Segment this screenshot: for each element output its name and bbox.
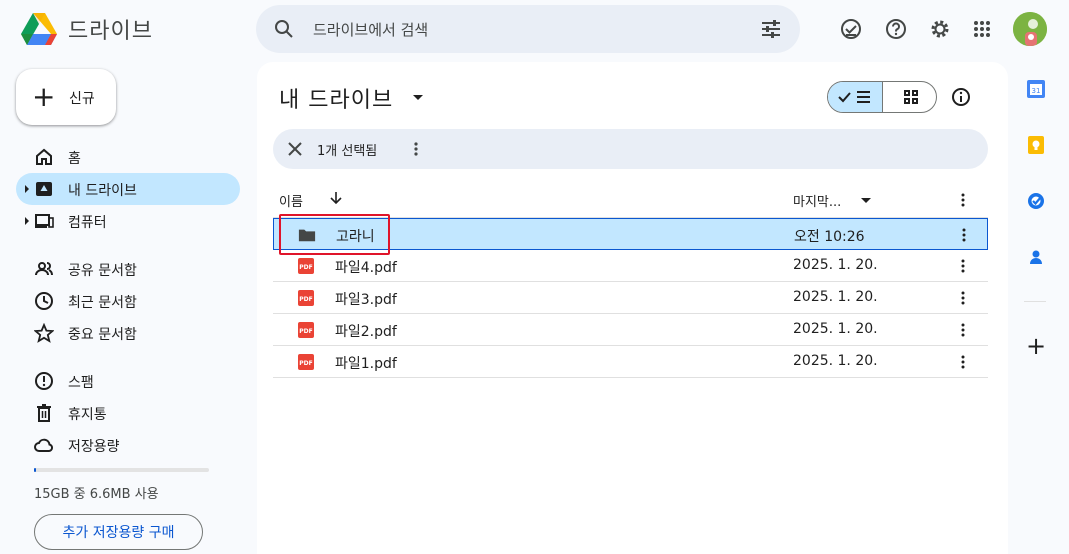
- file-name: 파일1.pdf: [335, 356, 397, 372]
- more-actions-icon[interactable]: [413, 141, 419, 157]
- buy-storage-button[interactable]: 추가 저장용량 구매: [34, 514, 203, 550]
- sidebar-item-shared[interactable]: 공유 문서함: [16, 253, 240, 285]
- table-row[interactable]: PDF 파일1.pdf 2025. 1. 20.: [273, 346, 988, 378]
- search-bar[interactable]: 드라이브에서 검색: [256, 5, 800, 53]
- sidebar-item-label: 최근 문서함: [68, 295, 137, 311]
- sidebar-item-starred[interactable]: 중요 문서함: [16, 317, 240, 349]
- sidebar-item-label: 공유 문서함: [68, 263, 137, 279]
- view-toggle[interactable]: [827, 81, 937, 113]
- more-vert-icon[interactable]: [961, 228, 967, 242]
- new-button-label: 신규: [69, 91, 95, 107]
- svg-text:PDF: PDF: [299, 328, 312, 335]
- column-last-modified[interactable]: 마지막...: [793, 191, 841, 210]
- column-name[interactable]: 이름: [279, 191, 303, 210]
- ready-for-offline-icon[interactable]: [839, 17, 863, 41]
- file-modified: 2025. 1. 20.: [793, 353, 878, 369]
- pdf-icon: PDF: [298, 290, 314, 306]
- file-name: 파일4.pdf: [335, 260, 397, 276]
- sidebar-item-my-drive[interactable]: 내 드라이브: [16, 173, 240, 205]
- add-addon-plus-icon[interactable]: +: [1026, 334, 1046, 358]
- table-row[interactable]: PDF 파일3.pdf 2025. 1. 20.: [273, 282, 988, 314]
- settings-gear-icon[interactable]: [928, 17, 952, 41]
- sort-arrow-down-icon[interactable]: [329, 191, 343, 205]
- title-dropdown-icon[interactable]: [413, 95, 423, 100]
- pdf-icon: PDF: [298, 258, 314, 274]
- grid-view-button[interactable]: [883, 82, 936, 112]
- file-modified: 오전 10:26: [794, 229, 865, 245]
- apps-grid-icon[interactable]: [970, 17, 994, 41]
- star-icon: [34, 323, 54, 343]
- page-title[interactable]: 내 드라이브: [279, 82, 393, 114]
- list-view-icon: [838, 91, 870, 103]
- file-list-header: 이름 마지막...: [273, 187, 988, 213]
- pdf-icon: PDF: [298, 354, 314, 370]
- account-avatar[interactable]: [1013, 12, 1047, 46]
- sidebar-item-computers[interactable]: 컴퓨터: [16, 205, 240, 237]
- drive-logo: [21, 13, 57, 45]
- file-modified: 2025. 1. 20.: [793, 289, 878, 305]
- storage-text: 15GB 중 6.6MB 사용: [34, 487, 159, 502]
- side-panel-divider: [1024, 301, 1046, 302]
- more-vert-icon[interactable]: [960, 259, 966, 273]
- sidebar-item-label: 내 드라이브: [68, 183, 137, 199]
- calendar-icon[interactable]: 31: [1026, 79, 1046, 99]
- sidebar-item-spam[interactable]: 스팸: [16, 365, 240, 397]
- highlight-annotation-box: [279, 214, 390, 255]
- sidebar-item-label: 컴퓨터: [68, 215, 107, 231]
- more-vert-icon[interactable]: [960, 323, 966, 337]
- sidebar-item-label: 스팸: [68, 375, 94, 391]
- computer-icon: [35, 214, 54, 228]
- search-options-icon[interactable]: [760, 19, 782, 39]
- chevron-down-icon[interactable]: [861, 198, 871, 203]
- selection-count: 1개 선택됨: [317, 144, 378, 159]
- file-name: 파일3.pdf: [335, 292, 397, 308]
- tasks-icon[interactable]: [1026, 191, 1046, 211]
- home-icon: [36, 148, 52, 165]
- sidebar-item-trash[interactable]: 휴지통: [16, 397, 240, 429]
- sidebar-item-label: 휴지통: [68, 407, 107, 423]
- search-input[interactable]: 드라이브에서 검색: [313, 19, 428, 40]
- svg-text:PDF: PDF: [299, 296, 312, 303]
- main-panel: 내 드라이브 1개 선택됨 이름 마지막... 고라니 오전 10:26 PDF…: [257, 62, 1008, 554]
- expand-caret-icon[interactable]: [25, 217, 29, 225]
- info-icon[interactable]: [951, 87, 971, 107]
- keep-icon[interactable]: [1026, 135, 1046, 155]
- recent-icon: [35, 292, 53, 310]
- expand-caret-icon[interactable]: [25, 185, 29, 193]
- new-button[interactable]: + 신규: [16, 69, 116, 125]
- app-title[interactable]: 드라이브: [68, 13, 153, 45]
- list-view-button[interactable]: [828, 82, 883, 112]
- my-drive-icon: [36, 182, 52, 196]
- sidebar-item-label: 저장용량: [68, 439, 120, 455]
- cloud-icon: [34, 438, 54, 452]
- shared-icon: [35, 262, 53, 276]
- svg-text:PDF: PDF: [299, 360, 312, 367]
- file-modified: 2025. 1. 20.: [793, 257, 878, 273]
- svg-text:31: 31: [1032, 87, 1041, 95]
- close-icon[interactable]: [287, 141, 303, 157]
- file-name: 파일2.pdf: [335, 324, 397, 340]
- sidebar-item-label: 중요 문서함: [68, 327, 137, 343]
- search-icon[interactable]: [274, 19, 294, 39]
- table-row[interactable]: PDF 파일2.pdf 2025. 1. 20.: [273, 314, 988, 346]
- selection-bar: 1개 선택됨: [273, 129, 988, 169]
- svg-text:PDF: PDF: [299, 264, 312, 271]
- more-vert-icon[interactable]: [960, 355, 966, 369]
- sidebar-item-home[interactable]: 홈: [16, 141, 240, 173]
- storage-usage-fill: [34, 468, 36, 472]
- file-modified: 2025. 1. 20.: [793, 321, 878, 337]
- help-icon[interactable]: [884, 17, 908, 41]
- more-vert-icon[interactable]: [960, 193, 966, 207]
- sidebar-item-label: 홈: [68, 151, 81, 167]
- contacts-icon[interactable]: [1026, 247, 1046, 267]
- storage-usage-bar: [34, 468, 209, 472]
- more-vert-icon[interactable]: [960, 291, 966, 305]
- trash-icon: [37, 404, 51, 422]
- spam-icon: [35, 372, 53, 390]
- pdf-icon: PDF: [298, 322, 314, 338]
- sidebar-item-recent[interactable]: 최근 문서함: [16, 285, 240, 317]
- sidebar-item-storage[interactable]: 저장용량: [16, 429, 240, 461]
- plus-icon: +: [32, 80, 56, 113]
- grid-view-icon: [903, 90, 918, 104]
